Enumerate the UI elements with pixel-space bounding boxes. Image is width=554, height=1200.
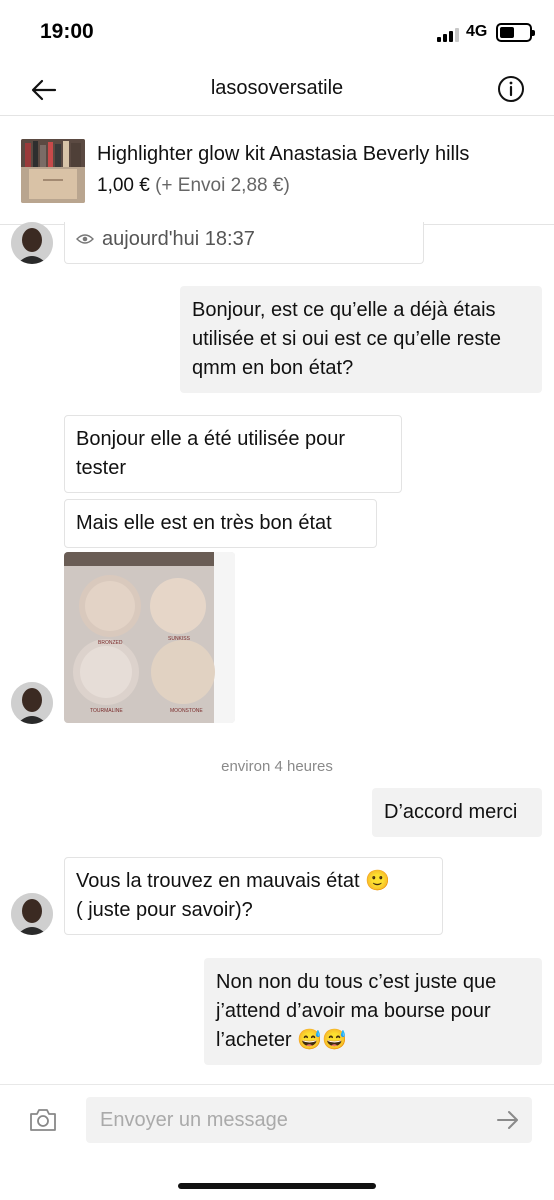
product-title: Highlighter glow kit Anastasia Beverly h…	[97, 143, 470, 165]
conversation-username[interactable]: lasosoversatile	[0, 77, 554, 100]
network-type: 4G	[466, 23, 488, 40]
photo-label: TOURMALINE	[90, 708, 123, 714]
eye-icon	[76, 234, 94, 244]
message-text: Vous la trouvez en mauvais état	[76, 870, 360, 892]
camera-icon[interactable]	[28, 1107, 58, 1133]
product-price-line: 1,00 € (+ Envoi 2,88 €)	[97, 175, 290, 197]
info-button[interactable]	[494, 72, 528, 106]
message-outgoing[interactable]: Bonjour, est ce qu’elle a déjà étais uti…	[180, 286, 542, 393]
send-arrow-icon[interactable]	[496, 1109, 520, 1131]
sweat-smile-emoji: 😅😅	[297, 1029, 347, 1051]
shipping-cost: (+ Envoi 2,88 €)	[155, 175, 290, 196]
photo-label: SUNKISS	[168, 636, 191, 642]
avatar[interactable]	[11, 682, 53, 724]
battery-icon	[496, 23, 535, 42]
message-text: ( juste pour savoir)?	[76, 899, 253, 921]
avatar[interactable]	[11, 893, 53, 935]
time-separator: environ 4 heures	[221, 758, 333, 775]
avatar[interactable]	[11, 222, 53, 264]
message-outgoing[interactable]: D’accord merci	[372, 788, 542, 837]
status-time: 19:00	[40, 20, 94, 43]
message-incoming[interactable]: Vous la trouvez en mauvais état 🙂 ( just…	[64, 857, 443, 935]
message-composer	[0, 1084, 554, 1200]
smile-emoji: 🙂	[365, 870, 390, 892]
product-price: 1,00 €	[97, 175, 150, 196]
message-incoming[interactable]: Mais elle est en très bon état	[64, 499, 377, 548]
message-text: Non non du tous c’est juste que j’attend…	[216, 971, 497, 1051]
info-circle-icon	[498, 76, 524, 102]
seen-receipt: aujourd'hui 18:37	[64, 222, 424, 264]
message-input[interactable]	[86, 1097, 532, 1143]
battery-level	[500, 27, 514, 38]
signal-strength-icon	[437, 26, 463, 42]
photo-label: BRONZED	[98, 640, 123, 646]
product-thumbnail[interactable]	[21, 139, 85, 203]
photo-label: MOONSTONE	[170, 708, 203, 714]
conversation-header: lasosoversatile	[0, 66, 554, 116]
message-incoming[interactable]: Bonjour elle a été utilisée pour tester	[64, 415, 402, 493]
product-summary[interactable]: Highlighter glow kit Anastasia Beverly h…	[0, 117, 554, 225]
status-bar: 19:00 4G	[0, 0, 554, 66]
home-indicator	[178, 1183, 376, 1189]
seen-timestamp: aujourd'hui 18:37	[102, 228, 255, 250]
attached-photo[interactable]: BRONZED SUNKISS TOURMALINE MOONSTONE	[64, 552, 235, 723]
message-outgoing[interactable]: Non non du tous c’est juste que j’attend…	[204, 958, 542, 1065]
